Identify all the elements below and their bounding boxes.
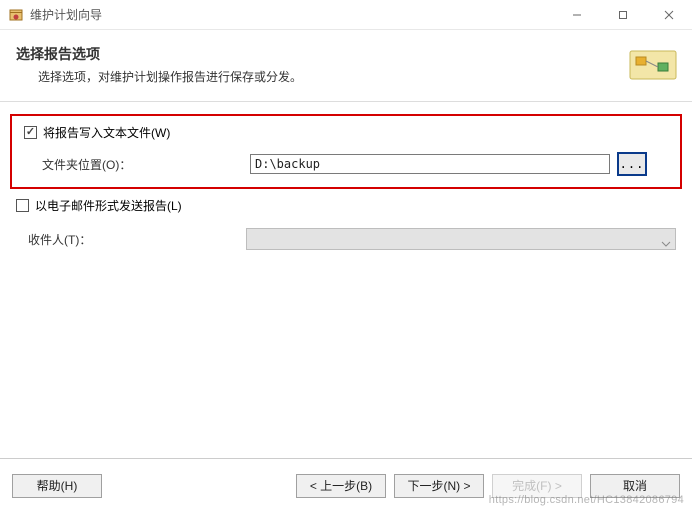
write-report-row: 将报告写入文本文件(W) <box>22 124 670 141</box>
window-controls <box>554 0 692 30</box>
write-report-label: 将报告写入文本文件(W) <box>43 124 170 141</box>
highlight-box: 将报告写入文本文件(W) 文件夹位置(O)： ... <box>10 114 682 189</box>
cancel-button[interactable]: 取消 <box>590 474 680 498</box>
wizard-header: 选择报告选项 选择选项，对维护计划操作报告进行保存或分发。 <box>0 30 692 102</box>
finish-button: 完成(F) > <box>492 474 582 498</box>
help-button[interactable]: 帮助(H) <box>12 474 102 498</box>
folder-input[interactable] <box>250 154 610 174</box>
wizard-content: 将报告写入文本文件(W) 文件夹位置(O)： ... 以电子邮件形式发送报告(L… <box>0 102 692 458</box>
wizard-graphic-icon <box>628 45 678 85</box>
write-report-checkbox[interactable] <box>24 126 37 139</box>
page-subtitle: 选择选项，对维护计划操作报告进行保存或分发。 <box>16 68 628 85</box>
app-icon <box>8 7 24 23</box>
back-button[interactable]: < 上一步(B) <box>296 474 386 498</box>
folder-row: 文件夹位置(O)： ... <box>42 153 670 175</box>
folder-label: 文件夹位置(O)： <box>42 156 242 173</box>
next-button[interactable]: 下一步(N) > <box>394 474 484 498</box>
chevron-down-icon <box>661 236 671 242</box>
recipient-row: 收件人(T)： <box>28 228 682 250</box>
maximize-button[interactable] <box>600 0 646 30</box>
email-report-checkbox[interactable] <box>16 199 29 212</box>
titlebar: 维护计划向导 <box>0 0 692 30</box>
email-report-row: 以电子邮件形式发送报告(L) <box>14 197 682 214</box>
close-button[interactable] <box>646 0 692 30</box>
browse-button[interactable]: ... <box>618 153 646 175</box>
page-title: 选择报告选项 <box>16 44 628 64</box>
minimize-button[interactable] <box>554 0 600 30</box>
recipient-label: 收件人(T)： <box>28 231 240 248</box>
wizard-footer: 帮助(H) < 上一步(B) 下一步(N) > 完成(F) > 取消 <box>0 458 692 512</box>
window-title: 维护计划向导 <box>30 6 554 23</box>
email-report-label: 以电子邮件形式发送报告(L) <box>35 197 182 214</box>
recipient-select[interactable] <box>246 228 676 250</box>
